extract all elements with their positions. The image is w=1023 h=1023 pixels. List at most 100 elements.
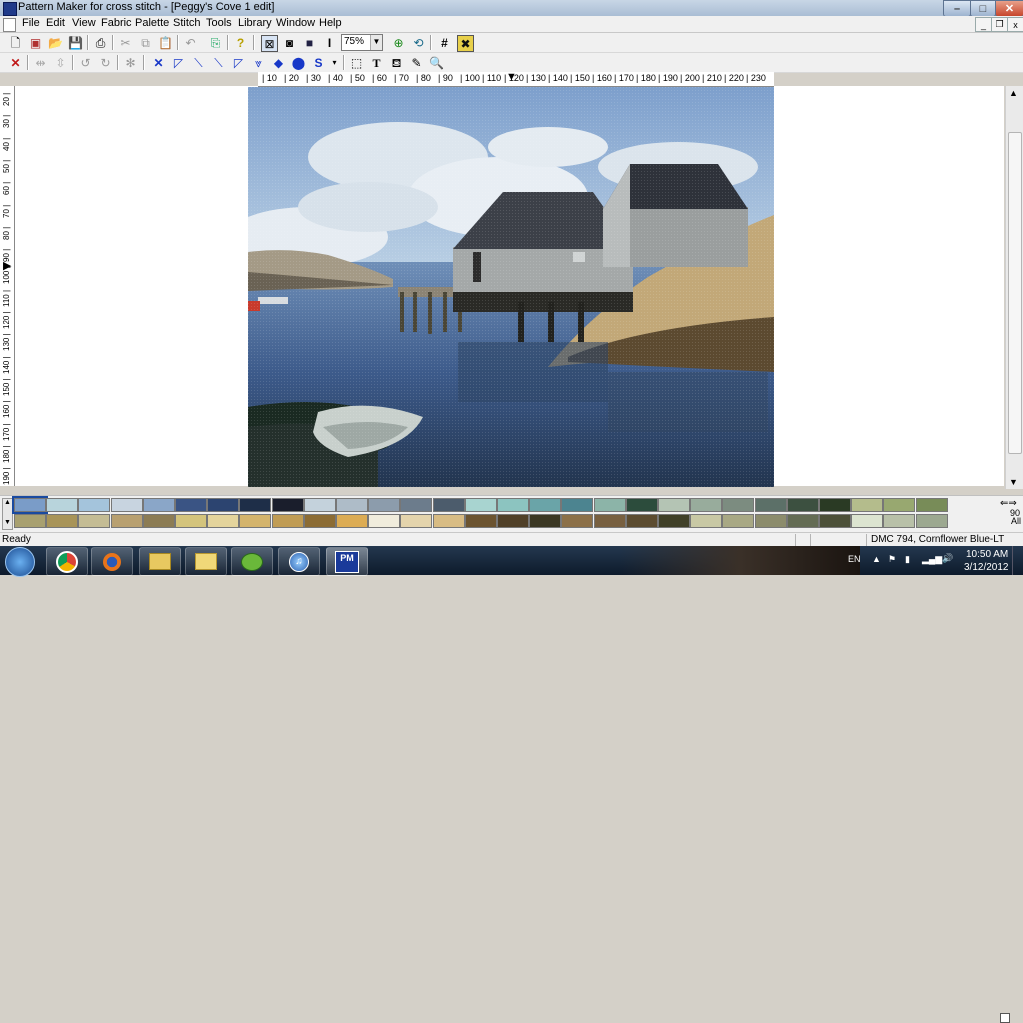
color-swatch[interactable] [207, 498, 240, 512]
vertical-scrollbar[interactable]: ▲ ▼ [1005, 86, 1023, 489]
menu-window[interactable]: Window [276, 17, 315, 29]
color-swatch[interactable] [271, 498, 304, 512]
color-swatch[interactable] [239, 498, 272, 512]
color-swatch[interactable] [336, 498, 368, 512]
palette-scroller[interactable]: ▲ ▼ [2, 498, 13, 530]
color-swatch[interactable] [754, 498, 787, 512]
pattern-image[interactable] [248, 87, 774, 487]
color-swatch[interactable] [400, 498, 433, 512]
undo-icon[interactable]: ↶ [183, 35, 198, 50]
color-swatch[interactable] [883, 498, 916, 512]
pattern-maker-taskbar-icon[interactable]: PM [326, 547, 368, 576]
menu-help[interactable]: Help [319, 17, 342, 29]
color-swatch[interactable] [561, 514, 594, 528]
color-swatch[interactable] [78, 514, 111, 528]
color-swatch[interactable] [915, 498, 948, 512]
color-swatch[interactable] [529, 514, 562, 528]
folder-taskbar-icon[interactable] [185, 547, 227, 576]
save-icon[interactable]: 💾 [68, 35, 83, 50]
color-swatch[interactable] [12, 496, 48, 514]
rotate-left-icon[interactable]: ↺ [78, 55, 93, 70]
rotate-right-icon[interactable]: ↻ [98, 55, 113, 70]
text-tool-icon[interactable]: T [369, 55, 384, 70]
color-swatch[interactable] [46, 498, 79, 512]
explorer-taskbar-icon[interactable] [139, 547, 181, 576]
magnify-icon[interactable]: 🔍 [429, 55, 444, 70]
color-swatch[interactable] [786, 514, 819, 528]
clock-date[interactable]: 3/12/2012 [964, 562, 1009, 573]
full-stitch-view-icon[interactable]: ⊠ [261, 35, 278, 52]
battery-icon[interactable]: ▮ [905, 554, 910, 565]
paste-icon[interactable]: 📋 [158, 35, 173, 50]
color-swatch[interactable] [722, 514, 755, 528]
flag-icon[interactable]: ⚑ [888, 554, 896, 565]
half-stitch-icon[interactable]: ⟍ [191, 55, 206, 70]
color-swatch[interactable] [432, 514, 465, 528]
menu-file[interactable]: File [22, 17, 40, 29]
color-swatch[interactable] [142, 498, 175, 512]
color-swatch[interactable] [368, 514, 401, 528]
grid-icon[interactable]: # [437, 35, 452, 50]
print-icon[interactable]: ⎙ [93, 35, 108, 50]
long-stitch-icon[interactable]: ⩔ [251, 55, 266, 70]
color-swatch[interactable] [851, 498, 884, 512]
color-swatch[interactable] [271, 514, 304, 528]
color-swatch[interactable] [497, 514, 529, 528]
color-picker-icon[interactable]: ✎ [409, 55, 424, 70]
color-swatch[interactable] [78, 498, 111, 512]
menu-library[interactable]: Library [238, 17, 272, 29]
color-swatch[interactable] [303, 514, 336, 528]
color-swatch[interactable] [464, 514, 497, 528]
all-checkbox[interactable] [1000, 1013, 1010, 1023]
import-icon[interactable]: ⎘ [208, 35, 223, 50]
zoom-fit-icon[interactable]: ⊕ [391, 35, 406, 50]
quarter-stitch-icon[interactable]: ⟍ [211, 55, 226, 70]
itunes-taskbar-icon[interactable]: ♫ [278, 547, 320, 576]
help-icon[interactable]: ? [233, 35, 248, 50]
menu-palette[interactable]: Palette [135, 17, 169, 29]
chrome-taskbar-icon[interactable] [46, 547, 88, 576]
volume-icon[interactable]: 🔊 [942, 553, 953, 564]
color-swatch[interactable] [625, 498, 658, 512]
menu-edit[interactable]: Edit [46, 17, 65, 29]
color-swatch[interactable] [786, 498, 819, 512]
cross-stitch-icon[interactable]: ✖ [457, 35, 474, 52]
color-swatch[interactable] [207, 514, 240, 528]
show-hidden-icons-icon[interactable]: ▲ [872, 554, 881, 564]
chevron-down-icon[interactable]: ▼ [370, 35, 382, 50]
maximize-button[interactable]: □ [970, 0, 996, 17]
menu-tools[interactable]: Tools [206, 17, 232, 29]
zoom-refresh-icon[interactable]: ⟲ [411, 35, 426, 50]
new-icon[interactable]: 🗋 [8, 35, 23, 50]
new-from-image-icon[interactable]: ▣ [28, 35, 43, 50]
firefox-taskbar-icon[interactable] [91, 547, 133, 576]
settings-icon[interactable]: ✻ [123, 55, 138, 70]
color-block-view-icon[interactable]: ■ [302, 35, 317, 50]
select-rectangle-icon[interactable]: ⬚ [349, 55, 364, 70]
color-swatch[interactable] [593, 498, 626, 512]
color-swatch[interactable] [142, 514, 175, 528]
color-swatch[interactable] [690, 498, 723, 512]
color-swatch[interactable] [239, 514, 272, 528]
menu-stitch[interactable]: Stitch [173, 17, 201, 29]
color-swatch[interactable] [561, 498, 594, 512]
menu-view[interactable]: View [72, 17, 96, 29]
mdi-minimize-button[interactable]: _ [975, 17, 992, 32]
chevron-down-icon[interactable]: ▾ [327, 55, 342, 70]
color-swatch[interactable] [754, 514, 787, 528]
language-indicator[interactable]: EN [848, 554, 861, 564]
scroll-down-icon[interactable]: ▼ [1009, 477, 1018, 487]
mdi-restore-button[interactable]: ❐ [991, 17, 1008, 32]
clock-time[interactable]: 10:50 AM [966, 549, 1008, 560]
color-swatch[interactable] [175, 514, 207, 528]
color-swatch[interactable] [819, 498, 851, 512]
scroll-thumb[interactable] [1008, 132, 1022, 454]
delete-stitch-icon[interactable]: ✕ [8, 55, 23, 70]
color-swatch[interactable] [175, 498, 207, 512]
menu-fabric[interactable]: Fabric [101, 17, 132, 29]
color-swatch[interactable] [432, 498, 465, 512]
color-swatch[interactable] [529, 498, 562, 512]
color-swatch[interactable] [625, 514, 658, 528]
mirror-horizontal-icon[interactable]: ⇹ [33, 55, 48, 70]
color-swatch[interactable] [110, 498, 143, 512]
